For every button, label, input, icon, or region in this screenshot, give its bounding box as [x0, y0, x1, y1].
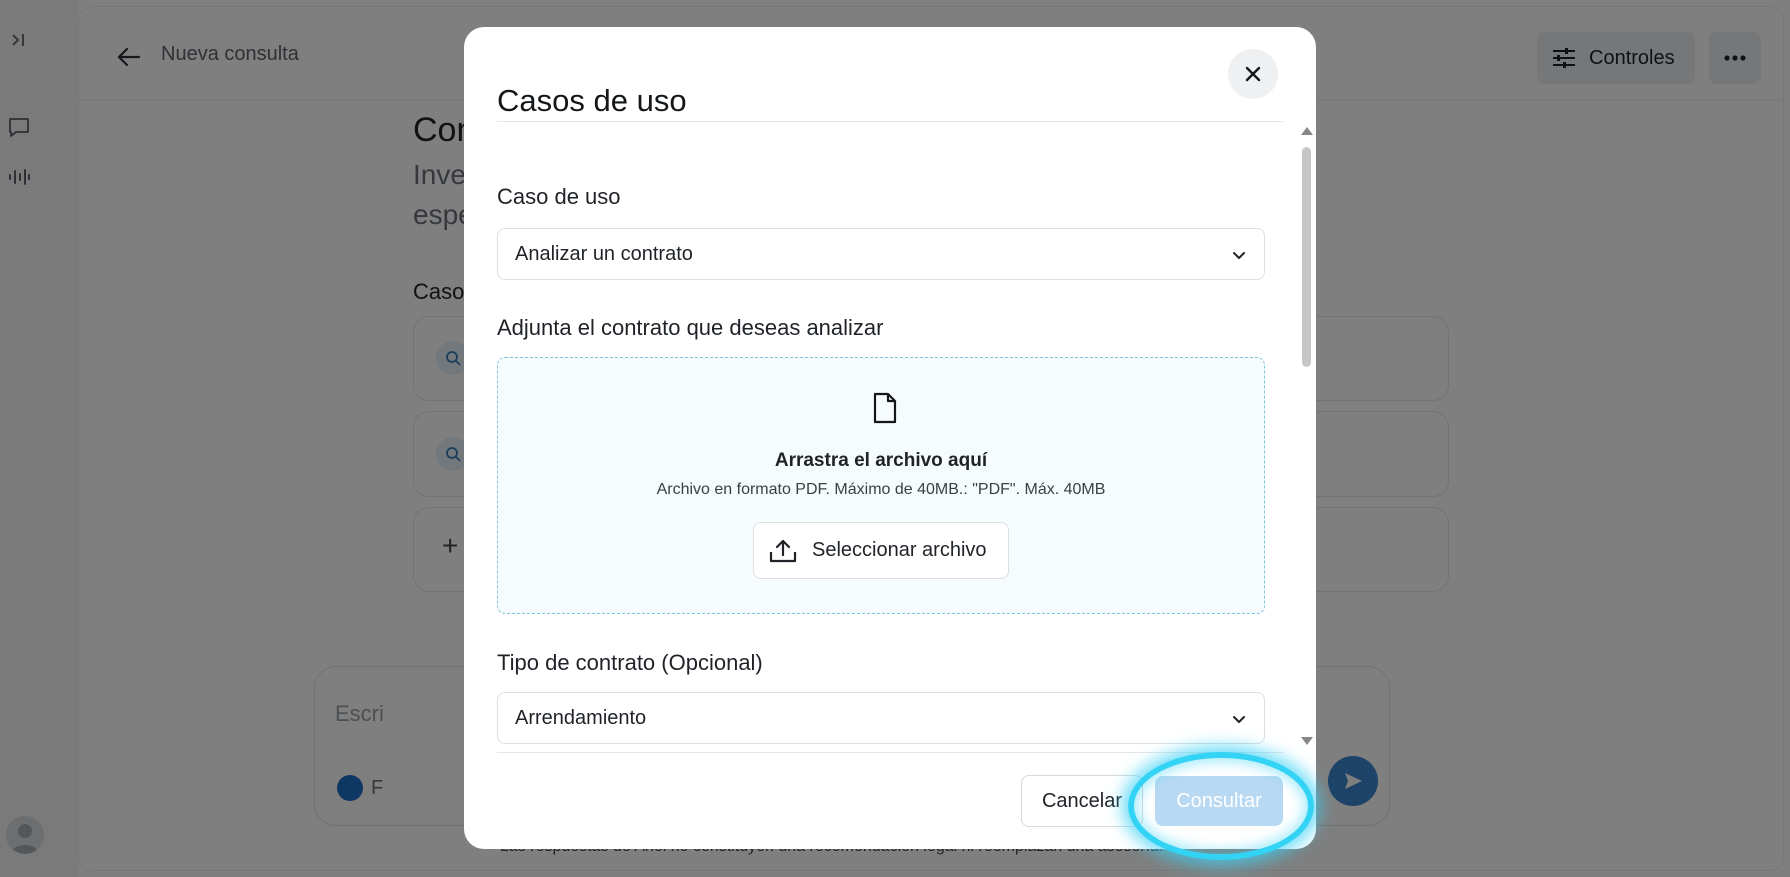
- scroll-up-arrow-icon[interactable]: [1301, 127, 1313, 135]
- dropzone-subtitle: Archivo en formato PDF. Máximo de 40MB.:…: [656, 481, 1106, 498]
- select-file-label: Seleccionar archivo: [812, 539, 987, 561]
- contract-type-value: Arrendamiento: [515, 706, 647, 729]
- use-case-label: Caso de uso: [497, 184, 621, 209]
- dropzone-title: Arrastra el archivo aquí: [774, 450, 988, 471]
- chevron-down-icon: [1233, 716, 1245, 723]
- chevron-down-icon: [1233, 252, 1245, 259]
- scroll-down-arrow-icon[interactable]: [1301, 737, 1313, 745]
- use-case-value: Analizar un contrato: [515, 242, 693, 265]
- contract-type-label: Tipo de contrato (Opcional): [497, 650, 763, 675]
- contract-type-select[interactable]: Arrendamiento: [497, 692, 1265, 744]
- scrollbar-thumb[interactable]: [1302, 147, 1311, 367]
- cancel-button[interactable]: Cancelar: [1021, 775, 1143, 827]
- file-icon: [873, 392, 897, 424]
- close-button[interactable]: [1228, 49, 1278, 99]
- footer-divider: [497, 752, 1283, 753]
- upload-label: Adjunta el contrato que deseas analizar: [497, 315, 884, 340]
- file-dropzone[interactable]: Arrastra el archivo aquí Archivo en form…: [497, 357, 1265, 614]
- click-highlight-ring: [1128, 752, 1314, 860]
- use-case-select[interactable]: Analizar un contrato: [497, 228, 1265, 280]
- close-icon: [1245, 66, 1261, 82]
- use-cases-modal: Casos de uso Caso de uso Analizar un con…: [464, 27, 1316, 849]
- modal-body[interactable]: Caso de uso Analizar un contrato Adjunta…: [464, 122, 1316, 752]
- upload-icon: [769, 539, 797, 562]
- modal-title: Casos de uso: [497, 83, 687, 118]
- modal-scrollbar[interactable]: [1300, 127, 1314, 747]
- select-file-button[interactable]: Seleccionar archivo: [753, 522, 1009, 579]
